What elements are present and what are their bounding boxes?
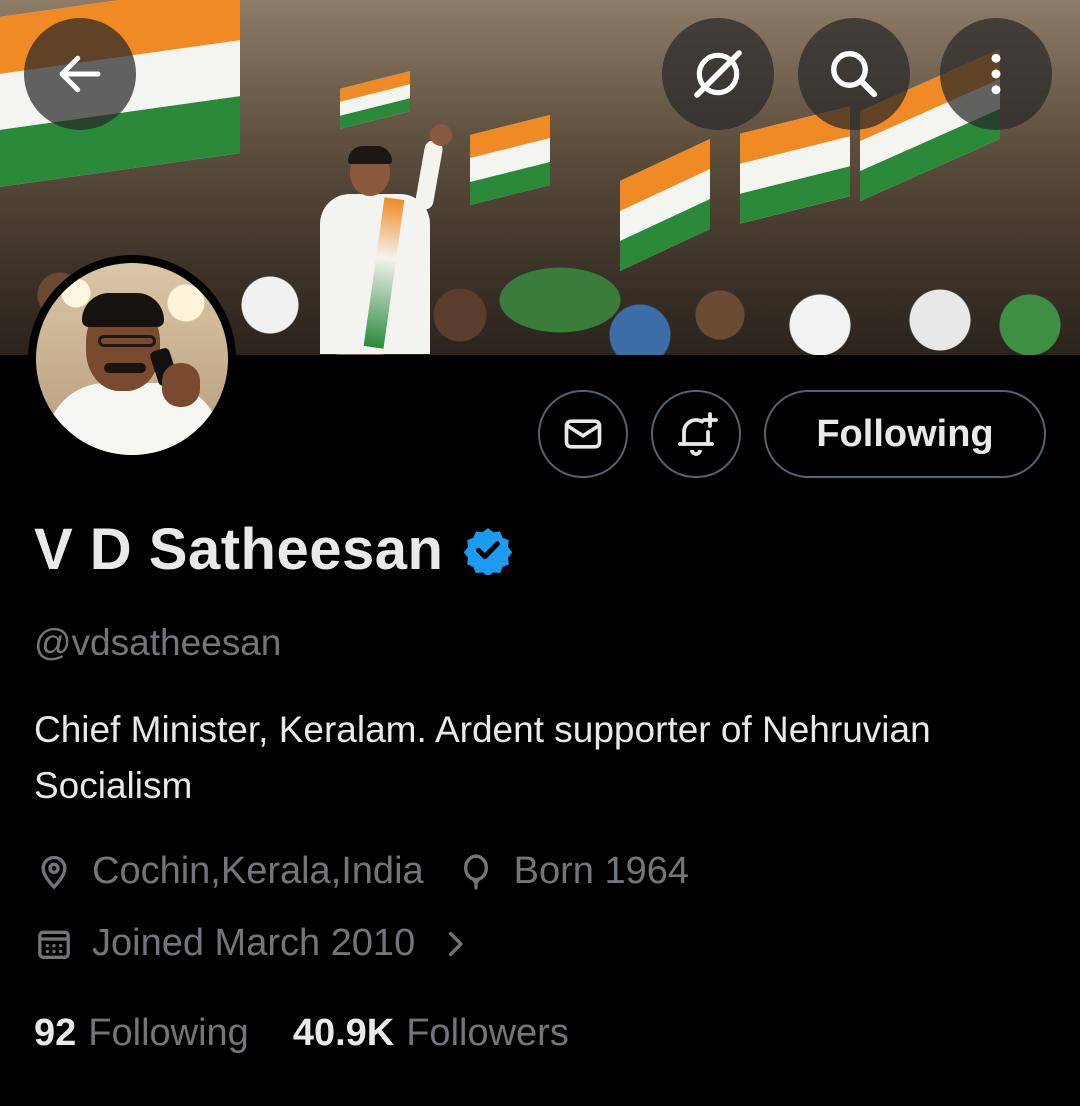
notifications-button[interactable] xyxy=(651,390,741,478)
banner-flag xyxy=(340,71,410,129)
location-pin-icon xyxy=(41,855,67,889)
following-stat[interactable]: 92 Following xyxy=(34,1012,249,1055)
avatar-photo xyxy=(36,263,228,455)
avatar[interactable] xyxy=(28,255,236,463)
grok-button[interactable] xyxy=(662,18,774,130)
followers-stat[interactable]: 40.9K Followers xyxy=(293,1012,569,1055)
location-item: Cochin,Kerala,India xyxy=(34,850,424,893)
joined-text: Joined March 2010 xyxy=(92,922,416,964)
joined-row[interactable]: Joined March 2010 xyxy=(34,922,505,965)
followers-count: 40.9K xyxy=(292,1012,395,1054)
back-button[interactable] xyxy=(24,18,136,130)
message-button[interactable] xyxy=(538,390,628,478)
calendar-icon xyxy=(38,930,70,959)
verified-badge-icon[interactable] xyxy=(463,525,513,575)
mail-icon xyxy=(564,419,602,449)
joined-item[interactable]: Joined March 2010 xyxy=(34,922,473,965)
balloon-icon xyxy=(463,854,488,889)
following-button-label: Following xyxy=(816,412,994,455)
more-vertical-icon xyxy=(991,53,1001,95)
location-text: Cochin,Kerala,India xyxy=(92,850,424,892)
profile-name: V D Satheesan xyxy=(34,517,444,582)
search-button[interactable] xyxy=(798,18,910,130)
following-label: Following xyxy=(88,1012,249,1054)
search-icon xyxy=(831,51,878,98)
following-count: 92 xyxy=(34,1012,77,1054)
banner-person xyxy=(300,124,452,354)
birth-item: Born 1964 xyxy=(456,850,689,893)
chevron-right-icon xyxy=(449,931,463,956)
following-button[interactable]: Following xyxy=(764,390,1046,478)
profile-bio: Chief Minister, Keralam. Ardent supporte… xyxy=(34,709,931,806)
profile-handle: @vdsatheesan xyxy=(34,622,282,663)
profile-stats: 92 Following 40.9K Followers xyxy=(34,1012,613,1055)
arrow-left-icon xyxy=(59,55,101,93)
profile-name-row: V D Satheesan xyxy=(34,516,513,583)
birth-text: Born 1964 xyxy=(513,850,690,892)
grok-icon xyxy=(694,50,742,98)
profile-meta: Cochin,Kerala,India Born 1964 xyxy=(34,850,721,893)
bell-plus-icon xyxy=(678,412,718,456)
more-button[interactable] xyxy=(940,18,1052,130)
followers-label: Followers xyxy=(406,1012,569,1054)
